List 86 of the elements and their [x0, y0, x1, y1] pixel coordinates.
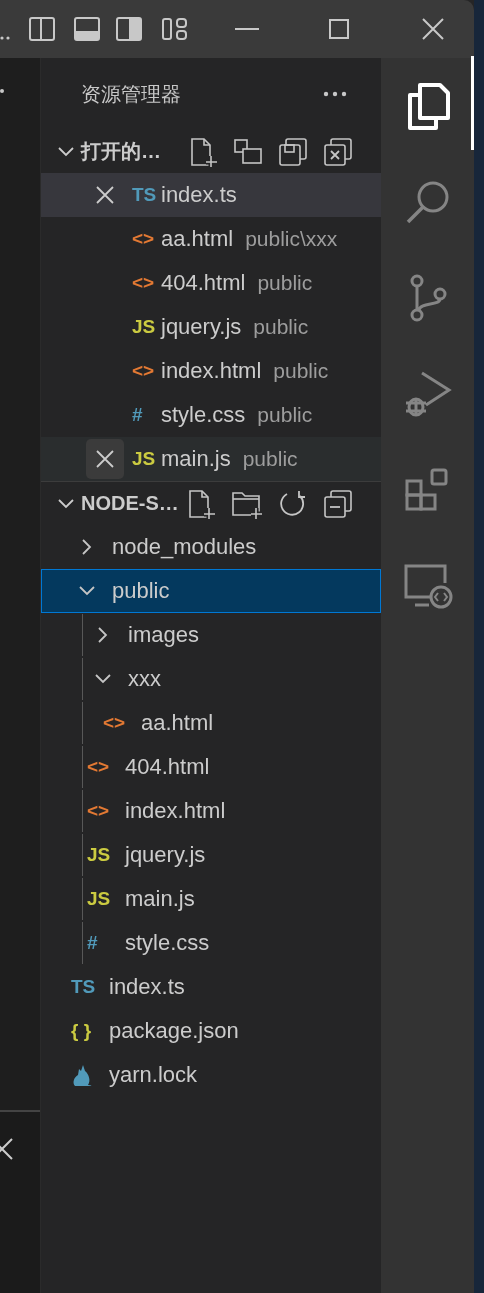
file-type-icon: JS: [87, 888, 111, 910]
folder-name: images: [128, 622, 199, 648]
file-name: main.js: [125, 886, 195, 912]
new-file-icon: [186, 488, 216, 519]
folder-name: public: [112, 578, 170, 604]
file-type-icon: <>: [132, 360, 155, 382]
search-icon: [404, 179, 451, 225]
file-name: 404.html: [161, 270, 246, 296]
file-type-icon: <>: [87, 800, 110, 822]
folder-name: node_modules: [112, 534, 257, 560]
file-path: public: [253, 315, 309, 339]
file-type-icon: JS: [132, 316, 156, 338]
section-title[interactable]: 打开的…: [81, 138, 188, 165]
open-editor-item[interactable]: <> 404.html public: [41, 261, 381, 305]
close-all-icon: [323, 136, 353, 167]
file-name: style.css: [161, 402, 246, 428]
open-editor-item[interactable]: JS main.js public: [41, 437, 381, 481]
file-type-icon: <>: [132, 272, 155, 294]
file-name: 404.html: [125, 754, 210, 780]
file-name: index.html: [161, 358, 262, 384]
close-icon[interactable]: [86, 439, 124, 479]
file-name: main.js: [161, 446, 231, 472]
more-icon[interactable]: [323, 91, 347, 97]
file-type-icon: { }: [71, 1020, 92, 1042]
toggle-secondary-sidebar-icon[interactable]: [115, 16, 143, 42]
file-item[interactable]: <> aa.html: [41, 701, 381, 745]
new-window-icon: [233, 136, 263, 167]
maximize-icon[interactable]: [327, 16, 351, 42]
file-name: style.css: [125, 930, 210, 956]
file-name: yarn.lock: [109, 1062, 198, 1088]
folder-item[interactable]: images: [41, 613, 381, 657]
file-path: public: [257, 403, 313, 427]
folder-item[interactable]: public: [41, 569, 381, 613]
more-icon[interactable]: [0, 35, 10, 41]
file-item[interactable]: <> index.html: [41, 789, 381, 833]
run-debug-icon: [403, 370, 452, 418]
save-all-icon: [278, 136, 308, 167]
more-icon[interactable]: [0, 88, 6, 94]
open-editor-item[interactable]: <> aa.html public\xxx: [41, 217, 381, 261]
file-type-icon: #: [132, 404, 143, 426]
file-type-icon: TS: [71, 976, 96, 998]
file-path: public: [242, 447, 298, 471]
toggle-panel-icon[interactable]: [73, 16, 101, 42]
file-item[interactable]: { } package.json: [41, 1009, 381, 1053]
file-name: aa.html: [161, 226, 234, 252]
file-type-icon: JS: [132, 448, 156, 470]
file-type-icon: JS: [87, 844, 111, 866]
file-item[interactable]: <> 404.html: [41, 745, 381, 789]
refresh-icon: [278, 488, 308, 519]
file-item[interactable]: JS main.js: [41, 877, 381, 921]
file-path: public: [273, 359, 329, 383]
new-file-icon: [188, 136, 218, 167]
section-title[interactable]: NODE-S…: [81, 492, 186, 515]
file-item[interactable]: # style.css: [41, 921, 381, 965]
close-icon[interactable]: [0, 1138, 14, 1160]
sidebar-title: 资源管理器: [81, 81, 181, 107]
file-item[interactable]: JS jquery.js: [41, 833, 381, 877]
collapse-all-icon: [323, 488, 353, 519]
file-name: index.ts: [161, 182, 237, 208]
file-item[interactable]: yarn.lock: [41, 1053, 381, 1097]
file-type-icon: <>: [103, 712, 126, 734]
open-editor-item[interactable]: <> index.html public: [41, 349, 381, 393]
file-type-icon: TS: [132, 184, 157, 206]
file-name: jquery.js: [125, 842, 206, 868]
file-type-icon: #: [87, 932, 98, 954]
file-name: index.ts: [109, 974, 185, 1000]
toggle-sidebar-icon[interactable]: [28, 16, 56, 42]
file-type-icon: <>: [87, 756, 110, 778]
folder-name: xxx: [128, 666, 161, 692]
folder-item[interactable]: xxx: [41, 657, 381, 701]
file-name: aa.html: [141, 710, 214, 736]
file-path: public\xxx: [245, 227, 338, 251]
open-editor-item[interactable]: JS jquery.js public: [41, 305, 381, 349]
customize-layout-icon[interactable]: [161, 16, 189, 42]
file-name: jquery.js: [161, 314, 242, 340]
file-item[interactable]: TS index.ts: [41, 965, 381, 1009]
file-name: package.json: [109, 1018, 239, 1044]
open-editor-item[interactable]: # style.css public: [41, 393, 381, 437]
file-name: index.html: [125, 798, 226, 824]
open-editor-item[interactable]: TS index.ts: [41, 173, 381, 217]
remote-explorer-icon: [402, 563, 453, 609]
close-icon[interactable]: [420, 16, 446, 42]
file-path: public: [257, 271, 313, 295]
folder-item[interactable]: node_modules: [41, 525, 381, 569]
file-type-icon: <>: [132, 228, 155, 250]
explorer-icon: [405, 82, 450, 130]
